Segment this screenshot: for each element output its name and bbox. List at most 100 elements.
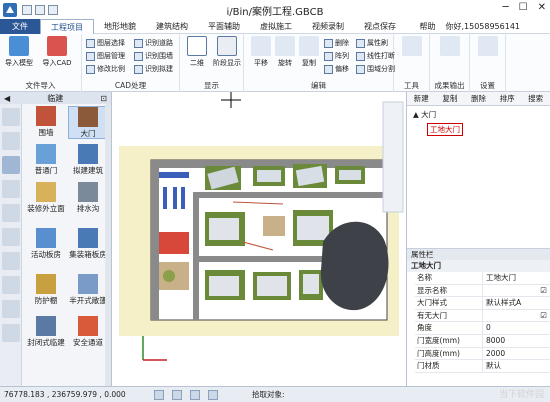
layer-manage-button[interactable]: 图层管理	[86, 51, 125, 61]
output-button[interactable]	[435, 36, 465, 58]
collapse-icon[interactable]: ◀	[4, 94, 10, 103]
category-facility-icon[interactable]	[2, 300, 20, 318]
close-icon[interactable]: ✕	[538, 2, 546, 13]
minimize-icon[interactable]: ─	[503, 2, 509, 13]
item-closed-temp[interactable]: 封闭式临建	[26, 316, 66, 347]
layers-icon	[86, 51, 95, 61]
item-facade[interactable]: 装修外立面	[26, 182, 66, 213]
ortho-icon[interactable]	[172, 389, 182, 400]
layer-toggle-icon[interactable]	[208, 389, 218, 400]
item-wall[interactable]: 围墙	[26, 106, 66, 137]
property-row: 有无大门 ☑	[415, 309, 550, 323]
import-cad-button[interactable]: 导入CAD	[42, 36, 72, 68]
building-icon	[134, 64, 143, 74]
2d-button[interactable]: 二维	[182, 36, 212, 68]
category-terrain-icon[interactable]	[2, 108, 20, 126]
expand-icon[interactable]: ▲	[413, 110, 419, 119]
help-menu[interactable]: 帮助	[419, 21, 435, 32]
left-panel-title: 临建	[47, 93, 64, 103]
offset-icon	[324, 64, 333, 74]
door-icon	[36, 144, 56, 164]
category-more-icon[interactable]	[2, 324, 20, 342]
property-checkbox[interactable]: ☑	[483, 285, 550, 297]
output-icon	[440, 36, 460, 56]
category-scaffold-icon[interactable]	[2, 276, 20, 294]
tab-viewpoint[interactable]: 视点保存	[354, 19, 406, 34]
identify-road-button[interactable]: 识别道路	[134, 38, 173, 48]
left-scrollbar[interactable]	[105, 104, 111, 386]
wall-icon	[36, 106, 56, 126]
tab-terrain[interactable]: 地形地貌	[94, 19, 146, 34]
property-value[interactable]: 默认	[483, 360, 550, 372]
coordinates-readout: 76778.183 , 236759.979 , 0.000	[4, 390, 126, 399]
grid-icon[interactable]	[190, 389, 200, 400]
tab-video[interactable]: 视频录制	[302, 19, 354, 34]
shed-icon	[36, 274, 56, 294]
layer-icon	[86, 38, 95, 48]
item-drain[interactable]: 排水沟	[68, 182, 108, 213]
scale-button[interactable]: 修改比例	[86, 64, 125, 74]
import-model-button[interactable]: 导入模型	[4, 36, 34, 68]
tab-plan-aid[interactable]: 平面辅助	[198, 19, 250, 34]
wall-icon	[134, 51, 143, 61]
tree-root[interactable]: ▲ 大门	[413, 109, 544, 120]
item-shed[interactable]: 防护棚	[26, 274, 66, 305]
split-region-button[interactable]: 围域分割	[356, 64, 395, 74]
break-line-button[interactable]: 线性打断	[356, 51, 395, 61]
identify-wall-button[interactable]: 识别围墙	[134, 51, 173, 61]
property-value[interactable]: 默认样式A	[483, 297, 550, 309]
item-planned-building[interactable]: 拟建建筑	[68, 144, 108, 175]
delete-icon	[324, 38, 333, 48]
delete-button[interactable]: 删除	[324, 38, 349, 48]
board-house-icon	[36, 228, 56, 248]
viewport-canvas[interactable]	[113, 92, 406, 386]
pin-icon[interactable]: ⊡	[100, 94, 107, 103]
maximize-icon[interactable]: ☐	[519, 2, 528, 13]
property-value[interactable]: 0	[483, 322, 550, 334]
tab-virtual-construction[interactable]: 虚拟施工	[250, 19, 302, 34]
category-machine-icon[interactable]	[2, 180, 20, 198]
copy-button[interactable]: 复制	[294, 36, 324, 68]
site-plan[interactable]	[113, 92, 406, 386]
command-prompt: 拾取对象:	[252, 390, 285, 399]
delete-button[interactable]: 删除	[464, 92, 493, 105]
category-safety-icon[interactable]	[2, 252, 20, 270]
tab-project[interactable]: 工程项目	[40, 18, 94, 34]
search-button[interactable]: 搜索	[521, 92, 550, 105]
right-panel: 新建 复制 删除 排序 搜索 ▲ 大门 工地大门 属性栏 工地大门 名称 工地大门…	[406, 92, 550, 386]
identify-building-button[interactable]: 识别拟建	[134, 64, 173, 74]
item-container-house[interactable]: 集装箱板房	[68, 228, 108, 259]
watermark: 当下软件园	[498, 390, 544, 400]
item-door[interactable]: 普通门	[26, 144, 66, 175]
category-crane-icon[interactable]	[2, 204, 20, 222]
offset-button[interactable]: 偏移	[324, 64, 349, 74]
property-value[interactable]: 8000	[483, 335, 550, 347]
menu-file[interactable]: 文件	[0, 18, 40, 34]
property-value[interactable]: 工地大门	[483, 272, 550, 284]
tree-item-selected[interactable]: 工地大门	[427, 123, 463, 136]
snap-icon[interactable]	[154, 389, 164, 400]
item-safety-passage[interactable]: 安全通道	[68, 316, 108, 347]
property-checkbox[interactable]: ☑	[483, 310, 550, 322]
item-gate[interactable]: 大门	[68, 106, 108, 139]
category-material-icon[interactable]	[2, 228, 20, 246]
item-board-house[interactable]: 活动板房	[26, 228, 66, 259]
category-road-icon[interactable]	[2, 132, 20, 150]
tools-button[interactable]	[397, 36, 427, 58]
new-button[interactable]: 新建	[407, 92, 436, 105]
category-temporary-icon[interactable]	[2, 156, 20, 174]
tab-structure[interactable]: 建筑结构	[146, 19, 198, 34]
layer-select-button[interactable]: 图层选择	[86, 38, 125, 48]
passage-icon	[78, 316, 98, 336]
settings-button[interactable]	[473, 36, 503, 58]
gear-icon	[478, 36, 498, 56]
format-brush-button[interactable]: 属性刷	[356, 38, 388, 48]
array-button[interactable]: 阵列	[324, 51, 349, 61]
copy-button[interactable]: 复制	[436, 92, 465, 105]
window-title: i/Bin/案例工程.GBCB	[226, 7, 324, 18]
sort-button[interactable]: 排序	[493, 92, 522, 105]
property-value[interactable]: 2000	[483, 348, 550, 360]
stage-display-button[interactable]: 阶段显示	[212, 36, 242, 68]
item-half-open-shed[interactable]: 半开式敞篷	[68, 274, 108, 305]
user-greeting[interactable]: 你好,15058956141	[445, 21, 520, 32]
